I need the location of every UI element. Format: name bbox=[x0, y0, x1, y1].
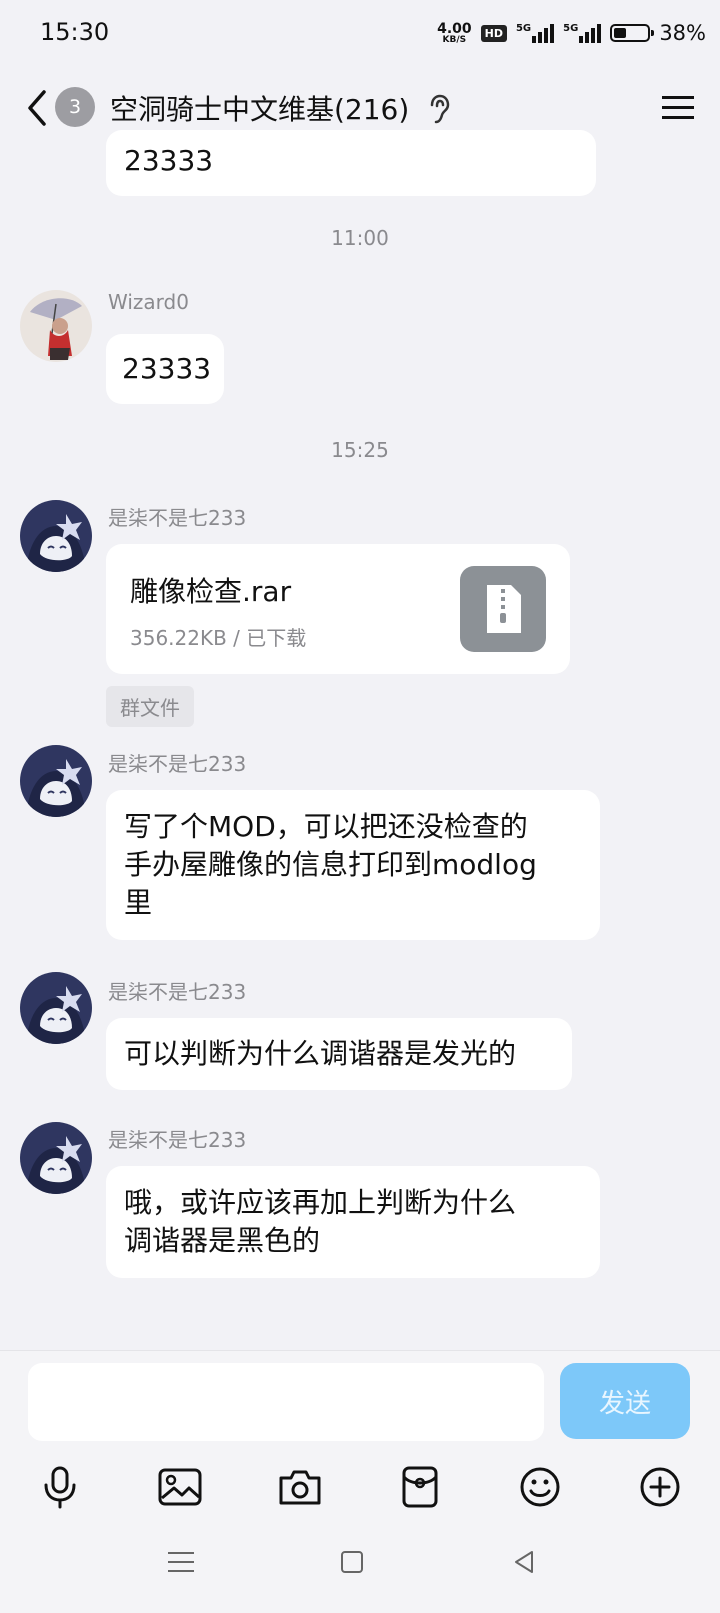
more-button[interactable] bbox=[632, 1459, 688, 1515]
status-indicators: 4.00 KB/S HD 5G 5G 38% bbox=[437, 16, 706, 50]
network-speed-unit: KB/S bbox=[442, 34, 467, 45]
sender-name: 是柒不是七233 bbox=[108, 752, 247, 776]
message-text-line: 哦，或许应该再加上判断为什么 bbox=[124, 1186, 517, 1219]
nav-home-icon[interactable] bbox=[340, 1550, 364, 1574]
avatar-sender[interactable] bbox=[20, 972, 92, 1044]
battery-percent: 38% bbox=[659, 21, 706, 45]
message-text-line: 手办屋雕像的信息打印到modlog bbox=[124, 848, 537, 881]
network-speed: 4.00 KB/S bbox=[437, 22, 472, 45]
archive-file-icon bbox=[460, 566, 546, 652]
red-packet-icon bbox=[402, 1466, 438, 1508]
status-time: 15:30 bbox=[40, 18, 110, 46]
hd-voice-icon: HD bbox=[480, 24, 507, 42]
emoji-button[interactable] bbox=[512, 1459, 568, 1515]
sender-name: Wizard0 bbox=[108, 290, 189, 314]
chat-title: 空洞骑士中文维基(216) bbox=[110, 93, 410, 126]
image-icon bbox=[158, 1468, 202, 1506]
camera-icon bbox=[279, 1470, 321, 1505]
message-text: 23333 bbox=[124, 144, 214, 177]
back-chevron-icon bbox=[28, 90, 46, 126]
battery-fill bbox=[614, 28, 627, 38]
message-text: 可以判断为什么调谐器是发光的 bbox=[124, 1037, 517, 1070]
message-bubble[interactable]: 可以判断为什么调谐器是发光的 bbox=[106, 1018, 572, 1090]
message-text: 23333 bbox=[122, 352, 212, 385]
microphone-icon bbox=[44, 1466, 76, 1509]
nav-back-icon[interactable] bbox=[512, 1550, 536, 1574]
image-button[interactable] bbox=[152, 1459, 208, 1515]
chat-messages[interactable]: 23333 11:00 Wizard0 23333 15:25 是柒不是七233… bbox=[0, 130, 720, 1350]
back-button[interactable] bbox=[22, 86, 52, 130]
avatar-wizard0[interactable] bbox=[20, 290, 92, 362]
status-bar: 15:30 4.00 KB/S HD 5G 5G 38% bbox=[0, 0, 720, 66]
file-meta: 356.22KB / 已下载 bbox=[130, 626, 307, 650]
message-text-line: 调谐器是黑色的 bbox=[124, 1224, 321, 1257]
message-input[interactable] bbox=[28, 1363, 544, 1441]
time-divider: 15:25 bbox=[331, 438, 389, 462]
file-name: 雕像检查.rar bbox=[130, 575, 292, 608]
battery-icon bbox=[610, 24, 655, 42]
message-bubble[interactable]: 写了个MOD，可以把还没检查的 手办屋雕像的信息打印到modlog 里 bbox=[106, 790, 600, 940]
sender-name: 是柒不是七233 bbox=[108, 1128, 247, 1152]
message-bubble[interactable]: 23333 bbox=[106, 334, 224, 404]
red-packet-button[interactable] bbox=[392, 1459, 448, 1515]
sender-name: 是柒不是七233 bbox=[108, 980, 247, 1004]
network-speed-value: 4.00 bbox=[437, 20, 472, 37]
signal-sim1-icon: 5G bbox=[515, 23, 555, 43]
send-button[interactable]: 发送 bbox=[560, 1363, 690, 1439]
network-type-sim2: 5G bbox=[563, 23, 579, 34]
avatar-sender[interactable] bbox=[20, 500, 92, 572]
camera-button[interactable] bbox=[272, 1459, 328, 1515]
file-message-card[interactable]: 雕像检查.rar 356.22KB / 已下载 bbox=[106, 544, 570, 674]
sender-name: 是柒不是七233 bbox=[108, 506, 247, 530]
plus-icon bbox=[640, 1467, 680, 1507]
message-bubble[interactable]: 哦，或许应该再加上判断为什么 调谐器是黑色的 bbox=[106, 1166, 600, 1278]
emoji-icon bbox=[520, 1467, 560, 1507]
message-text-line: 写了个MOD，可以把还没检查的 bbox=[124, 810, 528, 843]
avatar-sender[interactable] bbox=[20, 745, 92, 817]
signal-sim2-icon: 5G bbox=[563, 23, 602, 43]
unread-count-badge[interactable]: 3 bbox=[55, 87, 95, 127]
group-file-tag[interactable]: 群文件 bbox=[106, 686, 194, 727]
voice-button[interactable] bbox=[32, 1459, 88, 1515]
menu-button[interactable] bbox=[662, 94, 694, 126]
avatar-sender[interactable] bbox=[20, 1122, 92, 1194]
message-bubble[interactable]: 23333 bbox=[106, 130, 596, 196]
menu-icon bbox=[662, 96, 694, 119]
time-divider: 11:00 bbox=[331, 226, 389, 250]
nav-menu-icon[interactable] bbox=[168, 1550, 194, 1574]
message-text-line: 里 bbox=[124, 886, 153, 919]
network-type-sim1: 5G bbox=[515, 23, 532, 34]
ear-icon bbox=[430, 94, 450, 124]
